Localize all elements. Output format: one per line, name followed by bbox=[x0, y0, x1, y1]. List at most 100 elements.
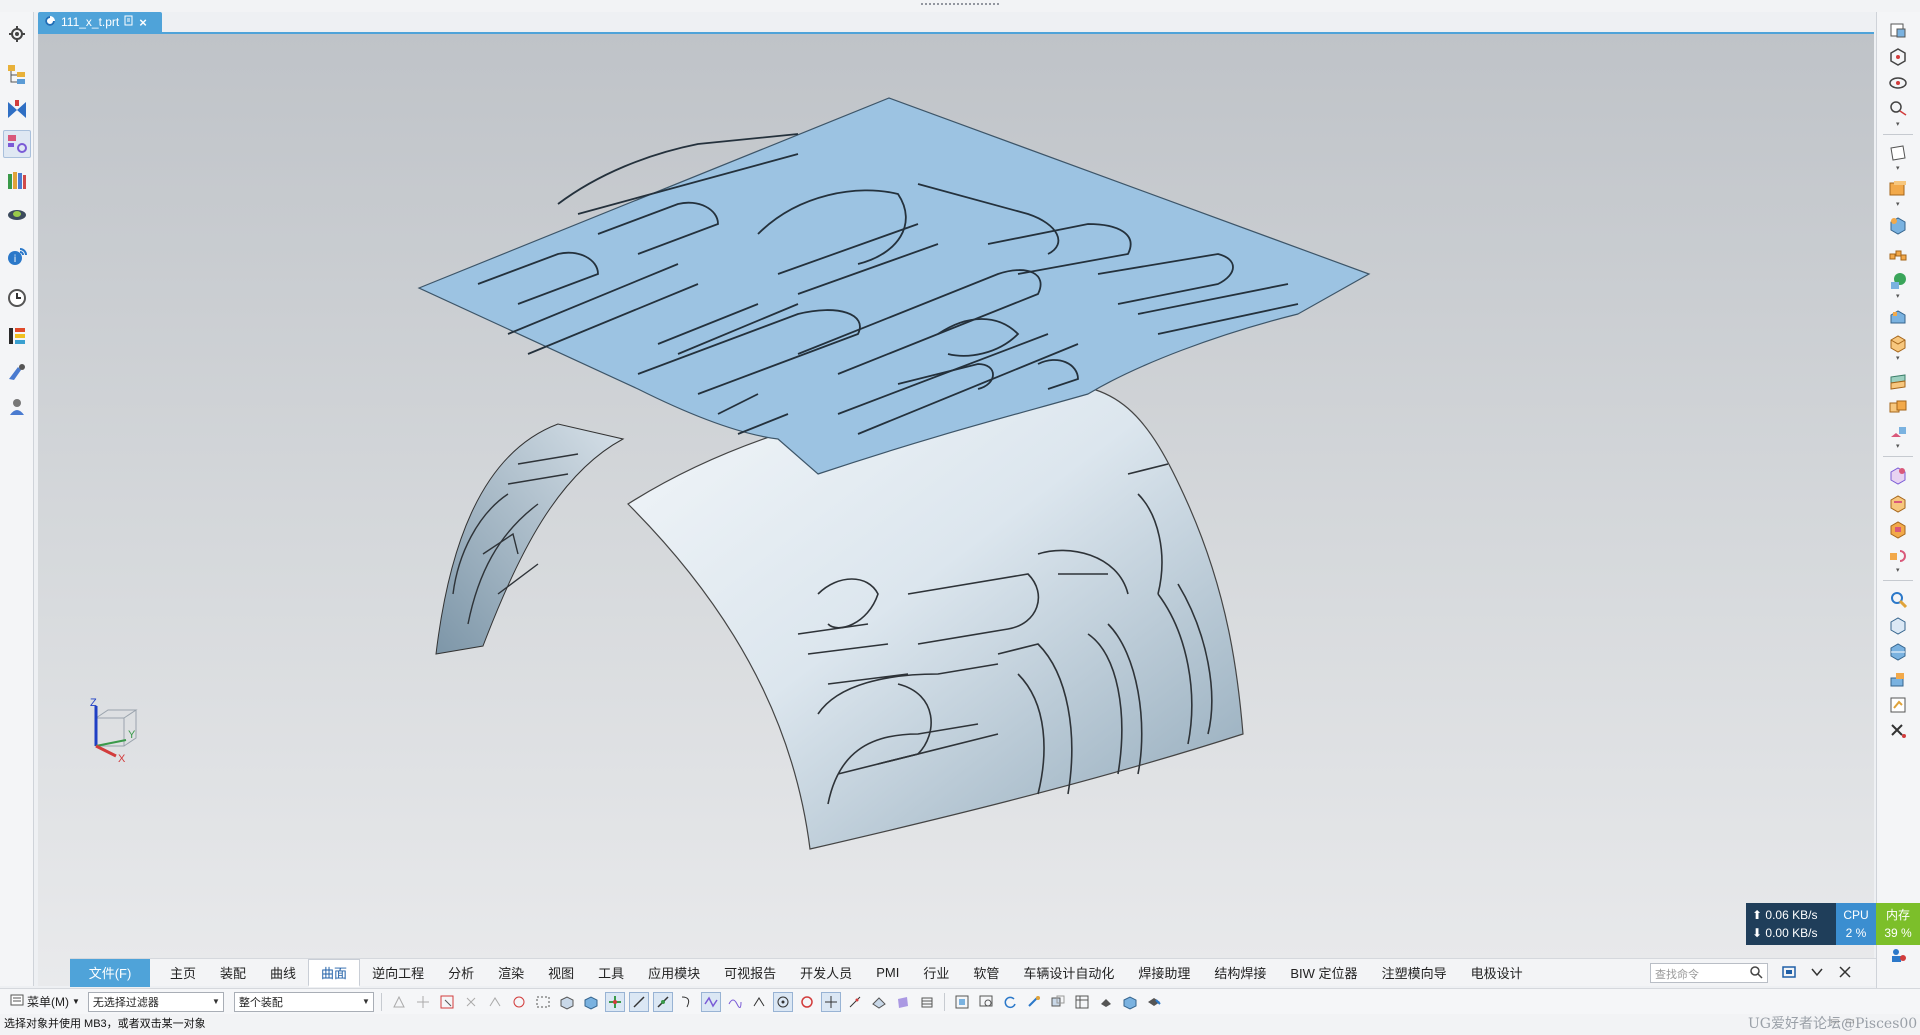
rectangle-select-icon[interactable] bbox=[533, 992, 553, 1012]
ribbon-tab[interactable]: 电极设计 bbox=[1459, 959, 1535, 987]
rendering-style-icon[interactable] bbox=[1072, 992, 1092, 1012]
document-tab[interactable]: 111_x_t.prt × bbox=[38, 12, 162, 32]
settings-icon[interactable] bbox=[3, 20, 31, 48]
drag-grip[interactable] bbox=[920, 2, 1000, 7]
snap-point-icon[interactable] bbox=[604, 991, 625, 1012]
chamfer-icon[interactable] bbox=[1885, 304, 1911, 330]
chevron-down-icon[interactable]: ▭ bbox=[1845, 1016, 1854, 1027]
chevron-down-icon[interactable]: ▭ bbox=[1830, 1016, 1839, 1027]
part-navigator-icon[interactable] bbox=[3, 130, 31, 158]
search-icon[interactable] bbox=[1749, 965, 1763, 982]
ribbon-tab[interactable]: 结构焊接 bbox=[1202, 959, 1278, 987]
orient-view-icon[interactable] bbox=[1120, 992, 1140, 1012]
chevron-down-icon[interactable]: ▾ bbox=[1896, 293, 1902, 300]
ribbon-tab[interactable]: 注塑模向导 bbox=[1370, 959, 1459, 987]
intersection-icon[interactable] bbox=[700, 991, 721, 1012]
ribbon-tab[interactable]: 逆向工程 bbox=[360, 959, 436, 987]
ribbon-tab[interactable]: 软管 bbox=[961, 959, 1011, 987]
select-feature-icon[interactable] bbox=[461, 992, 481, 1012]
ellipse-icon[interactable] bbox=[1885, 70, 1911, 96]
extrude-icon[interactable] bbox=[1885, 176, 1911, 202]
select-child-icon[interactable] bbox=[413, 992, 433, 1012]
deselect-all-icon[interactable] bbox=[509, 992, 529, 1012]
measure-icon[interactable] bbox=[1885, 586, 1911, 612]
circle-point-icon[interactable] bbox=[797, 992, 817, 1012]
roles-icon[interactable] bbox=[3, 392, 31, 420]
section-view-icon[interactable] bbox=[1885, 638, 1911, 664]
graphics-window[interactable]: Z Y X bbox=[38, 34, 1874, 986]
manufacturing-wizard-icon[interactable] bbox=[3, 358, 31, 386]
chevron-down-icon[interactable]: ▾ bbox=[1896, 443, 1902, 450]
ribbon-tab[interactable]: 主页 bbox=[158, 959, 208, 987]
chevron-down-icon[interactable] bbox=[1810, 965, 1824, 982]
bounded-grid-icon[interactable] bbox=[893, 992, 913, 1012]
fit-view-icon[interactable] bbox=[952, 992, 972, 1012]
select-edge-icon[interactable] bbox=[485, 992, 505, 1012]
chevron-down-icon[interactable]: ▾ bbox=[1896, 567, 1902, 574]
view-section-icon[interactable] bbox=[1144, 992, 1164, 1012]
move-face-icon[interactable] bbox=[1885, 490, 1911, 516]
ribbon-tab[interactable]: 分析 bbox=[436, 959, 486, 987]
type-filter-select[interactable]: 无选择过滤器 ▼ bbox=[87, 991, 224, 1012]
ribbon-tab[interactable]: 曲面 bbox=[308, 958, 361, 987]
chevron-down-icon[interactable]: ▾ bbox=[1896, 355, 1902, 362]
curve-point-icon[interactable] bbox=[725, 992, 745, 1012]
ribbon-tab[interactable]: 可视报告 bbox=[712, 959, 788, 987]
file-menu-tab[interactable]: 文件(F) bbox=[70, 958, 150, 987]
conic-icon[interactable] bbox=[1885, 96, 1911, 122]
select-body-icon[interactable] bbox=[557, 992, 577, 1012]
layer-icon[interactable] bbox=[917, 992, 937, 1012]
close-window-icon[interactable] bbox=[1838, 965, 1852, 982]
ribbon-tab[interactable]: 开发人员 bbox=[788, 959, 864, 987]
delete-x-icon[interactable] bbox=[1885, 718, 1911, 744]
view-orientation-icon[interactable] bbox=[1885, 18, 1911, 44]
ribbon-tab[interactable]: 行业 bbox=[911, 959, 961, 987]
chevron-down-icon[interactable]: ▾ bbox=[1896, 121, 1902, 128]
thicken-icon[interactable] bbox=[1885, 368, 1911, 394]
pattern-icon[interactable] bbox=[1885, 242, 1911, 268]
unite-icon[interactable] bbox=[1885, 394, 1911, 420]
menu-button[interactable]: 菜单(M) ▼ bbox=[6, 993, 84, 1010]
assembly-navigator-icon[interactable] bbox=[3, 60, 31, 88]
replace-face-icon[interactable] bbox=[1885, 542, 1911, 568]
ribbon-tab[interactable]: 应用模块 bbox=[636, 959, 712, 987]
select-mode-icon[interactable] bbox=[437, 992, 457, 1012]
ribbon-tab[interactable]: 装配 bbox=[208, 959, 258, 987]
ribbon-tab[interactable]: 曲线 bbox=[258, 959, 308, 987]
quadrant-point-icon[interactable] bbox=[772, 991, 793, 1012]
ribbon-tab[interactable]: PMI bbox=[864, 959, 911, 987]
reuse-library-icon[interactable] bbox=[3, 166, 31, 194]
offset-region-icon[interactable] bbox=[1885, 516, 1911, 542]
process-studio-icon[interactable] bbox=[3, 322, 31, 350]
existing-point-icon[interactable] bbox=[820, 991, 841, 1012]
shell-icon[interactable] bbox=[1885, 330, 1911, 356]
command-search-input[interactable]: 查找命令 bbox=[1650, 963, 1768, 983]
polygon-icon[interactable] bbox=[1885, 44, 1911, 70]
selection-scope-select[interactable]: 整个装配 ▼ bbox=[233, 991, 374, 1012]
constraint-navigator-icon[interactable] bbox=[3, 96, 31, 124]
plane-icon[interactable] bbox=[1885, 140, 1911, 166]
background-icon[interactable] bbox=[1096, 992, 1116, 1012]
block-icon[interactable] bbox=[1885, 212, 1911, 238]
hd3d-tools-icon[interactable] bbox=[3, 200, 31, 228]
pan-icon[interactable] bbox=[1024, 992, 1044, 1012]
sphere-icon[interactable] bbox=[1885, 268, 1911, 294]
ribbon-tab[interactable]: 渲染 bbox=[486, 959, 536, 987]
sync-modeling-icon[interactable] bbox=[1885, 462, 1911, 488]
point-on-face-icon[interactable] bbox=[869, 992, 889, 1012]
user-icon[interactable] bbox=[1885, 942, 1911, 968]
arc-center-icon[interactable] bbox=[749, 992, 769, 1012]
end-point-icon[interactable] bbox=[628, 991, 649, 1012]
ribbon-tab[interactable]: 车辆设计自动化 bbox=[1011, 959, 1126, 987]
mid-point-icon[interactable] bbox=[652, 991, 673, 1012]
select-parent-icon[interactable] bbox=[389, 992, 409, 1012]
drawing-icon[interactable] bbox=[1885, 692, 1911, 718]
ribbon-tab[interactable]: BIW 定位器 bbox=[1278, 959, 1369, 987]
ribbon-tab[interactable]: 视图 bbox=[536, 959, 586, 987]
window-mode-icon[interactable] bbox=[1782, 965, 1796, 982]
chevron-down-icon[interactable]: ▾ bbox=[1896, 201, 1902, 208]
rotate-icon[interactable] bbox=[1000, 992, 1020, 1012]
close-icon[interactable]: × bbox=[139, 15, 147, 30]
chevron-down-icon[interactable]: ▾ bbox=[1896, 165, 1902, 172]
select-face-icon[interactable] bbox=[581, 992, 601, 1012]
